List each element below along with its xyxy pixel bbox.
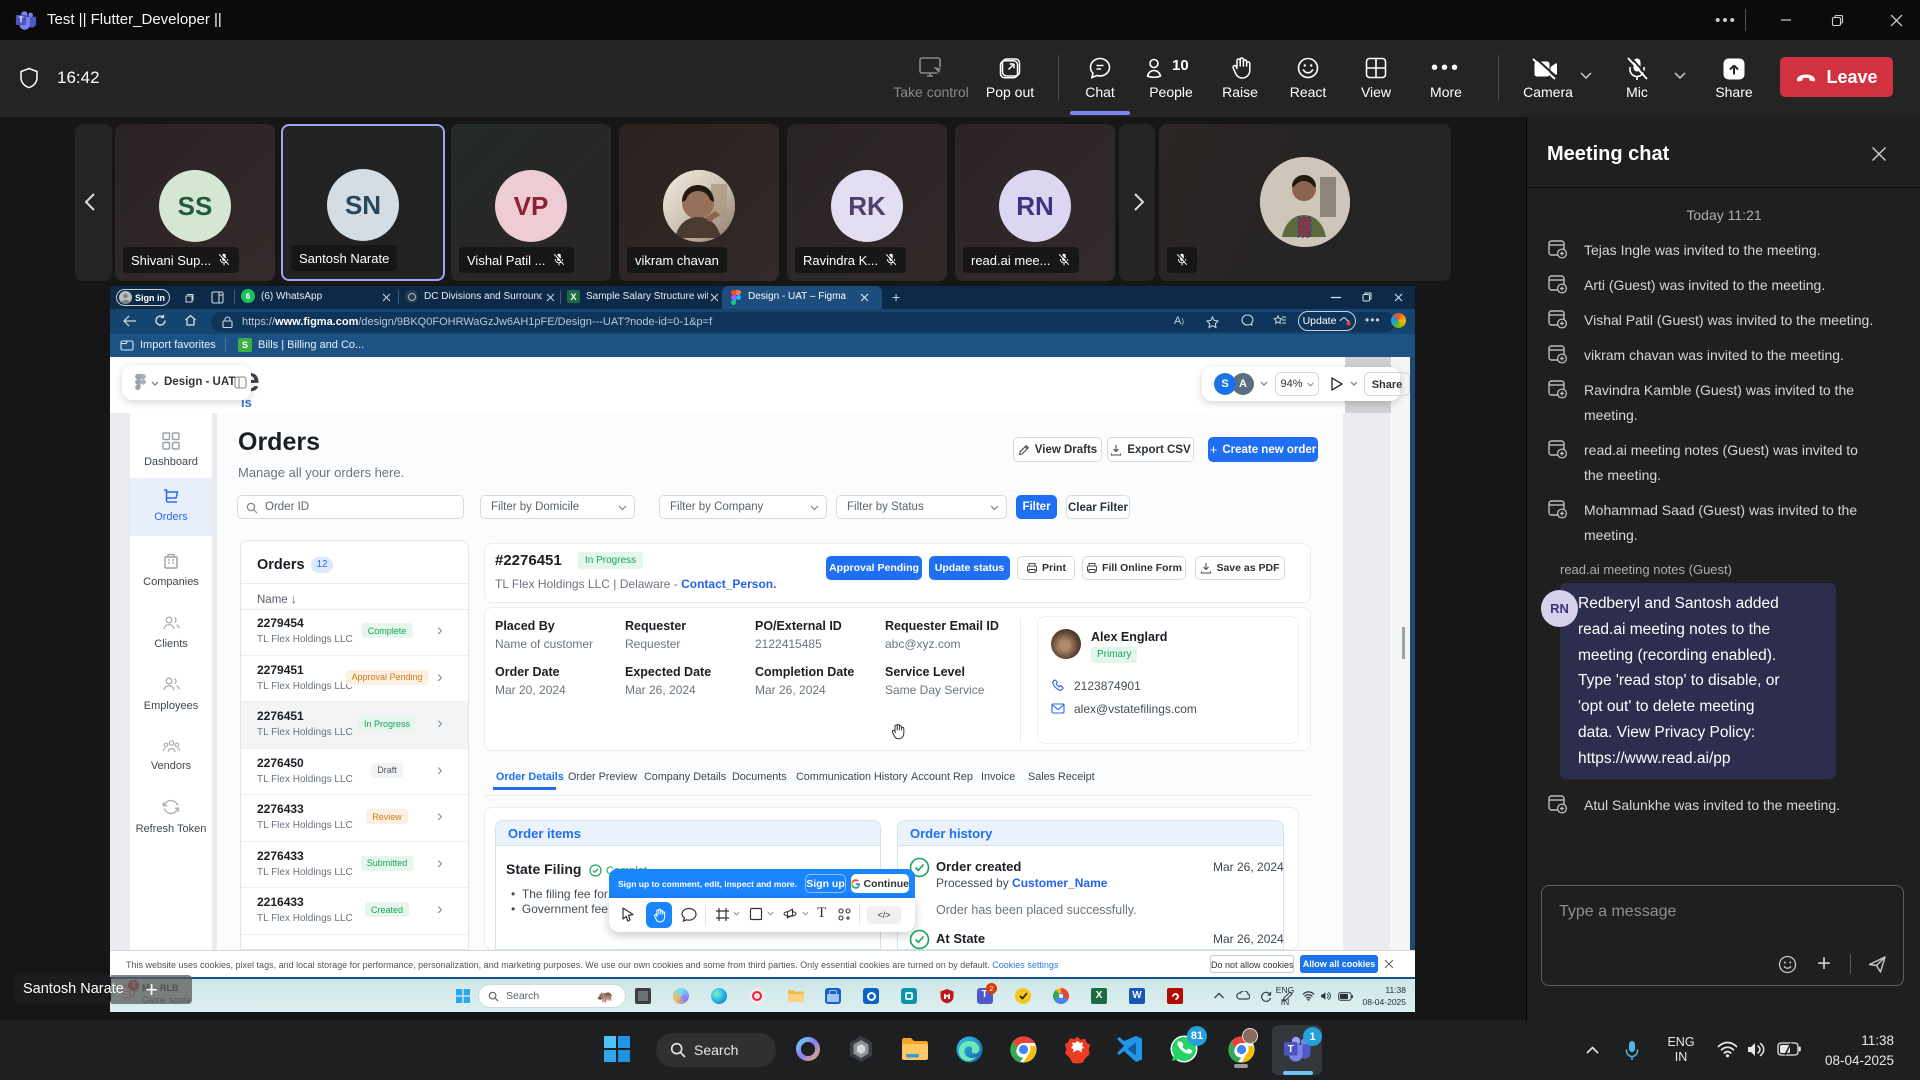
svg-text:T: T [19,16,24,25]
svg-text:T: T [1288,1044,1294,1055]
